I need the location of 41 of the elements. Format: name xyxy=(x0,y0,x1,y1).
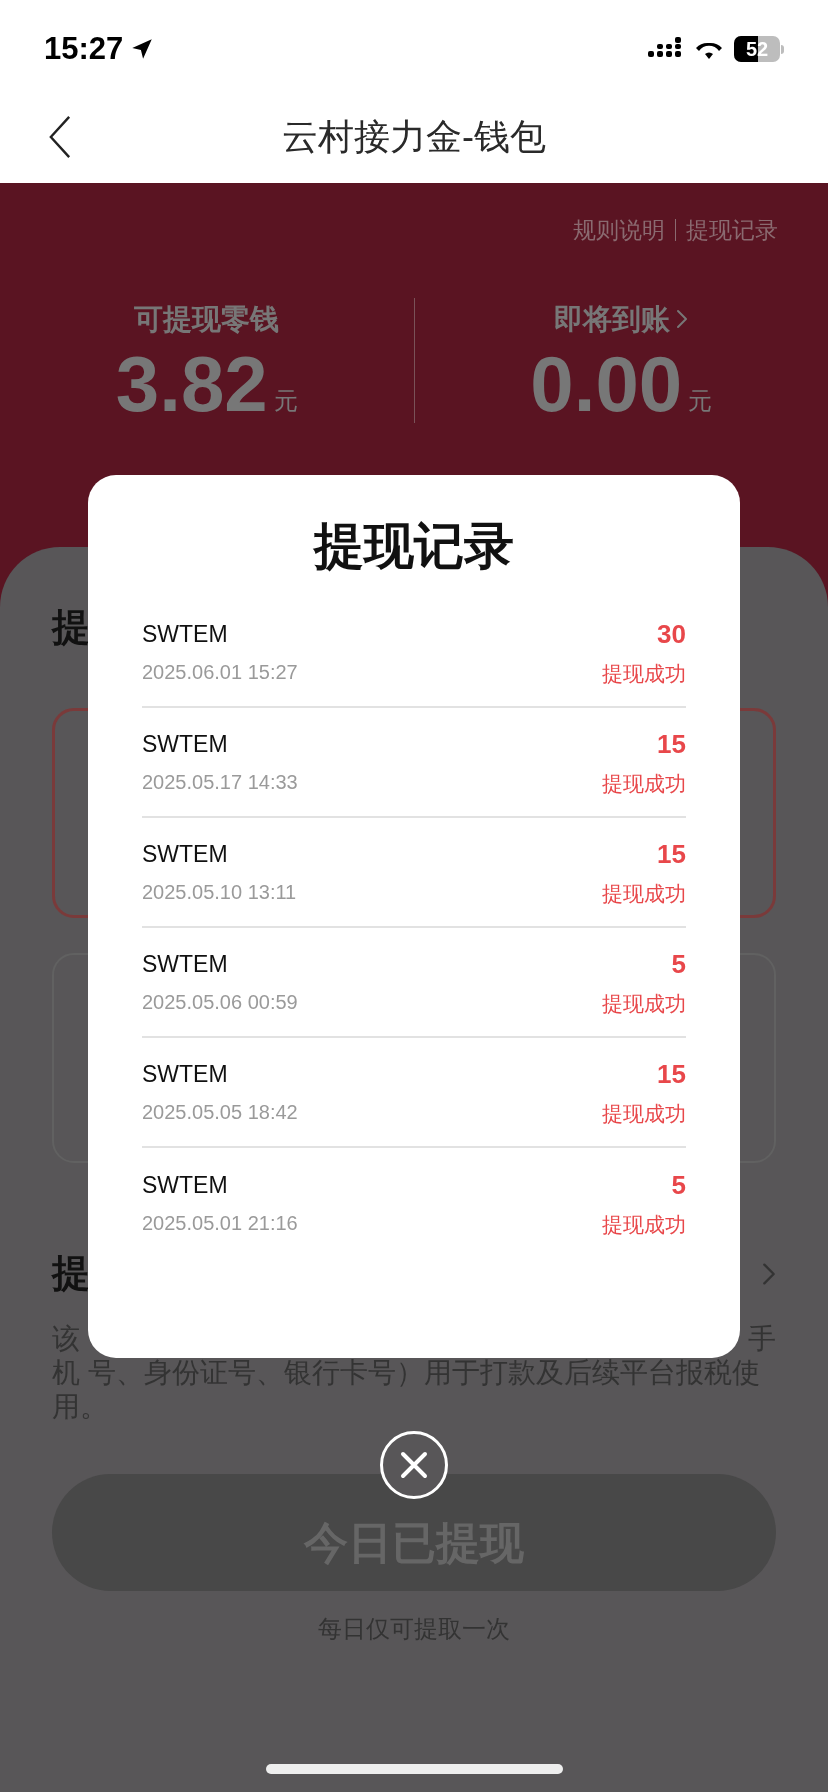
record-status: 提现成功 xyxy=(602,880,686,907)
chevron-icon xyxy=(676,308,689,331)
record-name: SWTEM xyxy=(142,839,229,869)
modal-title: 提现记录 xyxy=(312,517,515,576)
record-amount: 5 xyxy=(671,947,686,981)
record-name: SWTEM xyxy=(142,1170,229,1200)
record-time: 2025.05.05 18:42 xyxy=(142,1100,298,1126)
record-time: 2025.05.01 21:16 xyxy=(142,1211,298,1237)
record-status: 提现成功 xyxy=(602,660,686,687)
currency-unit: 元 xyxy=(273,386,298,416)
record-amount: 5 xyxy=(671,1168,686,1202)
status-time: 15:27 xyxy=(44,29,124,68)
record-time: 2025.05.06 00:59 xyxy=(142,990,298,1016)
balance-amount: 3.82 xyxy=(115,345,268,423)
record-name: SWTEM xyxy=(142,1059,229,1089)
section-heading: 提 xyxy=(52,605,90,650)
back-icon xyxy=(49,115,71,159)
record-name: SWTEM xyxy=(142,729,229,759)
record-status: 提现成功 xyxy=(602,1211,686,1238)
section-heading: 提 xyxy=(52,1251,90,1296)
record-status: 提现成功 xyxy=(602,990,686,1017)
record-amount: 30 xyxy=(657,617,686,651)
balance-label: 可提现零钱 xyxy=(134,301,280,337)
close-icon xyxy=(399,1450,429,1480)
rules-link[interactable]: 规则说明 xyxy=(573,213,665,248)
record-amount: 15 xyxy=(657,1057,686,1091)
record-name: SWTEM xyxy=(142,619,229,649)
record-time: 2025.05.17 14:33 xyxy=(142,770,298,796)
balance-label: 即将到账 xyxy=(554,301,671,337)
record-time: 2025.06.01 15:27 xyxy=(142,660,298,686)
chevron-icon xyxy=(762,1260,776,1287)
record-amount: 15 xyxy=(657,837,686,871)
record-name: SWTEM xyxy=(142,949,229,979)
records-link[interactable]: 提现记录 xyxy=(686,213,778,248)
record-status: 提现成功 xyxy=(602,1100,686,1127)
record-time: 2025.05.10 13:11 xyxy=(142,880,297,906)
record-status: 提现成功 xyxy=(602,770,686,797)
balance-amount: 0.00 xyxy=(530,345,683,423)
page-title: 云村接力金-钱包 xyxy=(282,114,546,159)
currency-unit: 元 xyxy=(688,386,713,416)
record-amount: 15 xyxy=(657,727,686,761)
